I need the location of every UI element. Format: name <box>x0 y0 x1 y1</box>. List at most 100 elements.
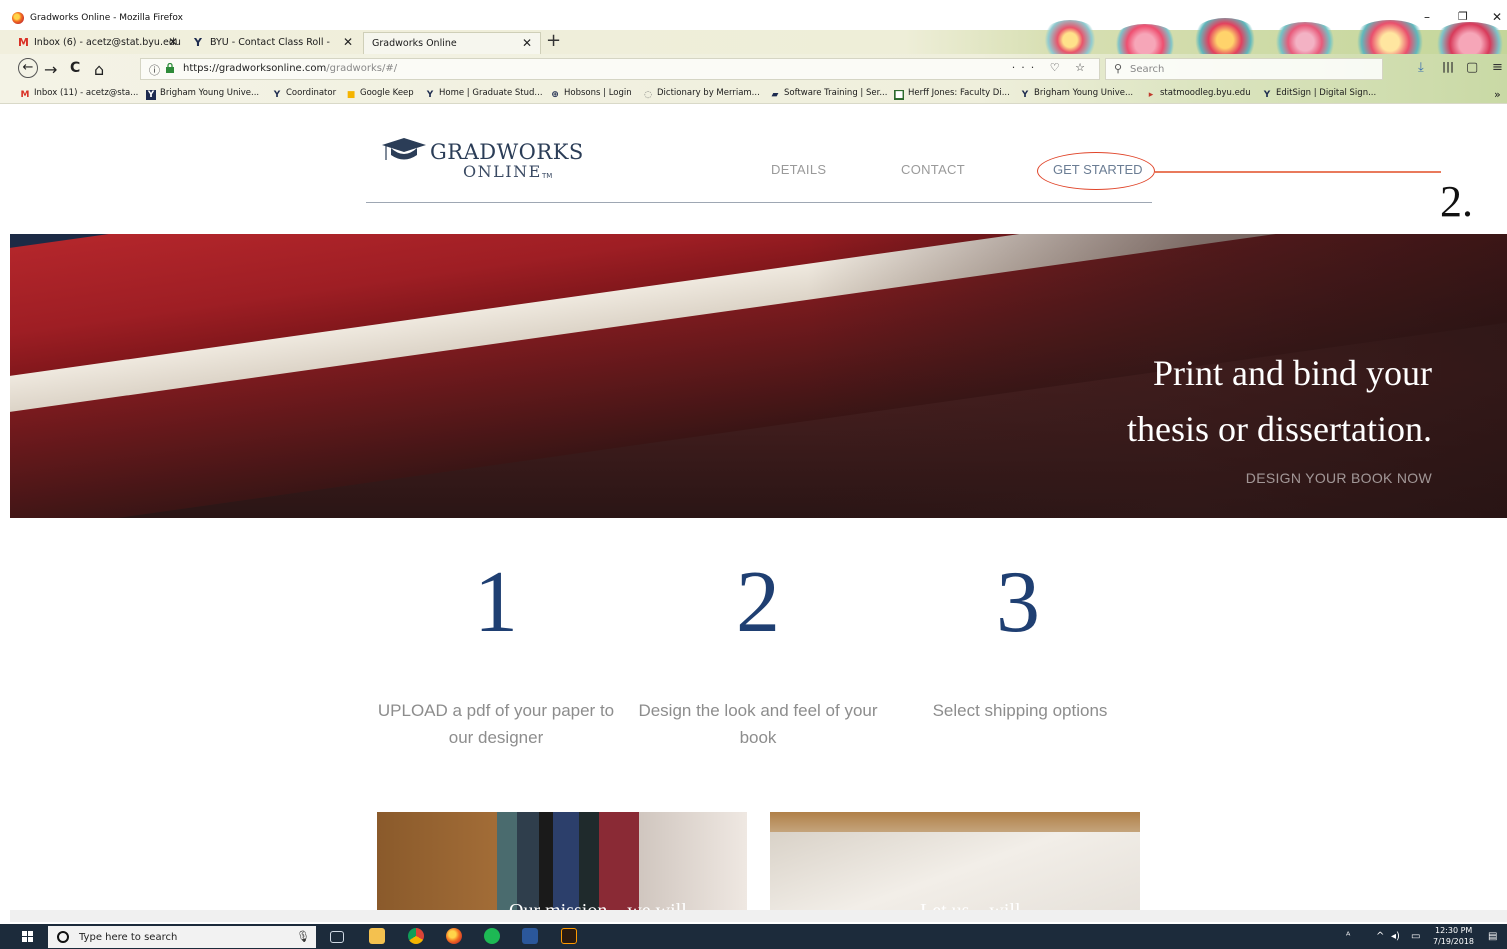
close-tab-icon[interactable]: ✕ <box>522 36 532 50</box>
home-button[interactable]: ⌂ <box>94 60 104 79</box>
windows-taskbar: Type here to search 🎙 <box>0 924 1507 949</box>
feature-card-bindings[interactable]: Our mission... we will <box>377 812 747 912</box>
bookmark-item[interactable]: Y Brigham Young Unive... <box>1020 88 1133 100</box>
notifications-icon[interactable]: ▤ <box>1488 931 1497 942</box>
firefox-icon[interactable] <box>446 928 462 944</box>
bookmark-item[interactable]: ◌ Dictionary by Merriam... <box>643 88 760 100</box>
chrome-icon[interactable] <box>408 928 424 944</box>
bookmark-item[interactable]: Y EditSign | Digital Sign... <box>1262 88 1376 100</box>
search-icon: ⚲ <box>1114 62 1123 75</box>
library-icon[interactable]: ||| <box>1442 60 1454 73</box>
minimize-button[interactable]: – <box>1424 10 1430 24</box>
card-book-spine <box>539 812 553 912</box>
bookmark-item[interactable]: ■ Herff Jones: Faculty Di... <box>894 88 1010 100</box>
sidebar-icon[interactable]: ▢ <box>1466 60 1478 75</box>
step-1-text: UPLOAD a pdf of your paper to our design… <box>377 701 615 747</box>
tab-gmail[interactable]: M Inbox (6) - acetz@stat.byu.edu ✕ <box>10 32 186 54</box>
file-explorer-icon[interactable] <box>369 928 385 944</box>
bookmark-label: Brigham Young Unive... <box>1034 88 1134 98</box>
bookmark-item[interactable]: Y Brigham Young Unive... <box>146 88 259 100</box>
lock-icon <box>166 63 174 73</box>
logo-trademark: TM <box>542 172 553 180</box>
tab-gradworks[interactable]: Gradworks Online ✕ <box>363 32 541 54</box>
tab-byu-roll[interactable]: Y BYU - Contact Class Roll - ✕ <box>188 32 360 54</box>
bookmark-label: statmoodleg.byu.edu <box>1160 88 1251 98</box>
card-book-spine <box>497 812 517 912</box>
search-placeholder: Search <box>1130 64 1165 75</box>
bookmark-label: Coordinator <box>286 88 337 98</box>
bookmark-item[interactable]: ▰ Software Training | Ser... <box>770 88 888 100</box>
url-host: https://gradworksonline.com <box>183 63 327 74</box>
cortana-icon <box>57 931 69 943</box>
window-title: Gradworks Online - Mozilla Firefox <box>30 13 183 23</box>
gmail-icon: M <box>20 90 30 100</box>
software-training-icon: ▰ <box>771 90 779 100</box>
bookmarks-toolbar: M Inbox (11) - acetz@sta... Y Brigham Youn… <box>0 84 1507 104</box>
volume-icon[interactable]: ◂) <box>1391 931 1400 942</box>
close-window-button[interactable]: ✕ <box>1492 10 1502 24</box>
bookmark-item[interactable]: ▸ statmoodleg.byu.edu <box>1146 88 1251 100</box>
back-button[interactable]: ← <box>18 58 38 78</box>
info-icon[interactable]: ⓘ <box>149 62 160 78</box>
card-book-spine <box>599 812 639 912</box>
downloads-icon[interactable]: ⤓ <box>1418 60 1424 75</box>
globe-icon: ⊕ <box>551 90 559 100</box>
bookmark-item[interactable]: ■ Google Keep <box>346 88 414 100</box>
byu-icon: Y <box>273 90 281 100</box>
annotation-line <box>1155 171 1441 173</box>
bookmark-item[interactable]: M Inbox (11) - acetz@sta... <box>20 88 139 100</box>
people-icon[interactable]: ᴬ <box>1346 931 1350 942</box>
task-view-icon[interactable] <box>330 931 344 943</box>
taskbar-clock-time[interactable]: 12:30 PM <box>1435 926 1472 935</box>
nav-get-started-link[interactable]: GET STARTED <box>1053 162 1143 177</box>
design-book-now-link[interactable]: DESIGN YOUR BOOK NOW <box>1160 470 1432 486</box>
forward-button[interactable]: → <box>44 60 57 79</box>
search-bar[interactable]: ⚲ Search <box>1105 58 1383 80</box>
microphone-icon[interactable]: 🎙 <box>296 930 310 943</box>
horizontal-scrollbar[interactable] <box>10 910 1507 922</box>
graduation-cap-icon[interactable] <box>382 138 426 164</box>
windows-start-icon[interactable] <box>22 931 34 943</box>
network-icon[interactable]: ▭ <box>1411 931 1420 942</box>
hero-headline-line1: Print and bind your <box>1153 353 1432 393</box>
tab-label: Inbox (6) - acetz@stat.byu.edu <box>34 37 181 48</box>
menu-icon[interactable]: ≡ <box>1492 60 1503 75</box>
reload-button[interactable]: C <box>70 60 80 76</box>
card-book-spine <box>639 812 747 912</box>
url-path: /gradworks/#/ <box>326 63 398 74</box>
page-actions[interactable]: ··· ♡ ☆ <box>1012 61 1091 74</box>
card-book-spine <box>579 812 599 912</box>
close-tab-icon[interactable]: ✕ <box>168 35 178 49</box>
bookmark-label: Software Training | Ser... <box>784 88 888 98</box>
byu-icon: Y <box>146 90 156 100</box>
byu-icon: Y <box>426 90 434 100</box>
tab-strip: M Inbox (6) - acetz@stat.byu.edu ✕ Y BYU… <box>0 18 1507 66</box>
new-tab-button[interactable]: + <box>546 30 561 51</box>
card-book-spine <box>517 812 539 912</box>
bookmark-item[interactable]: Y Home | Graduate Stud... <box>425 88 543 100</box>
logo-wordmark[interactable]: GRADWORKS <box>430 140 584 164</box>
bookmark-label: EditSign | Digital Sign... <box>1276 88 1377 98</box>
nav-contact-link[interactable]: CONTACT <box>901 162 965 177</box>
show-hidden-icons-chevron-icon[interactable]: ^ <box>1376 931 1384 942</box>
spotify-icon[interactable] <box>484 928 500 944</box>
byu-icon: Y <box>194 36 202 49</box>
word-icon[interactable] <box>522 928 538 944</box>
bookmark-item[interactable]: Y Coordinator <box>272 88 336 100</box>
close-tab-icon[interactable]: ✕ <box>343 35 353 49</box>
bookmark-label: Herff Jones: Faculty Di... <box>908 88 1010 98</box>
taskbar-clock-date[interactable]: 7/19/2018 <box>1433 937 1474 946</box>
hero-headline-line2: thesis or dissertation. <box>1127 409 1432 449</box>
taskbar-search-box[interactable]: Type here to search 🎙 <box>48 926 316 948</box>
bookmark-label: Brigham Young Unive... <box>160 88 260 98</box>
nav-details-link[interactable]: DETAILS <box>771 162 826 177</box>
step-1-number: 1 <box>474 554 518 651</box>
url-text[interactable]: https://gradworksonline.com/gradworks/#/ <box>183 63 397 74</box>
feature-card-open-book[interactable]: Let us... will <box>770 812 1140 912</box>
more-bookmarks-chevron-icon[interactable]: » <box>1494 88 1501 101</box>
illustrator-icon[interactable] <box>561 928 577 944</box>
bookmark-item[interactable]: ⊕ Hobsons | Login <box>550 88 631 100</box>
tab-label: Gradworks Online <box>372 38 457 49</box>
byu-icon: Y <box>1021 90 1029 100</box>
address-bar[interactable]: ⓘ https://gradworksonline.com/gradworks/… <box>140 58 1100 80</box>
